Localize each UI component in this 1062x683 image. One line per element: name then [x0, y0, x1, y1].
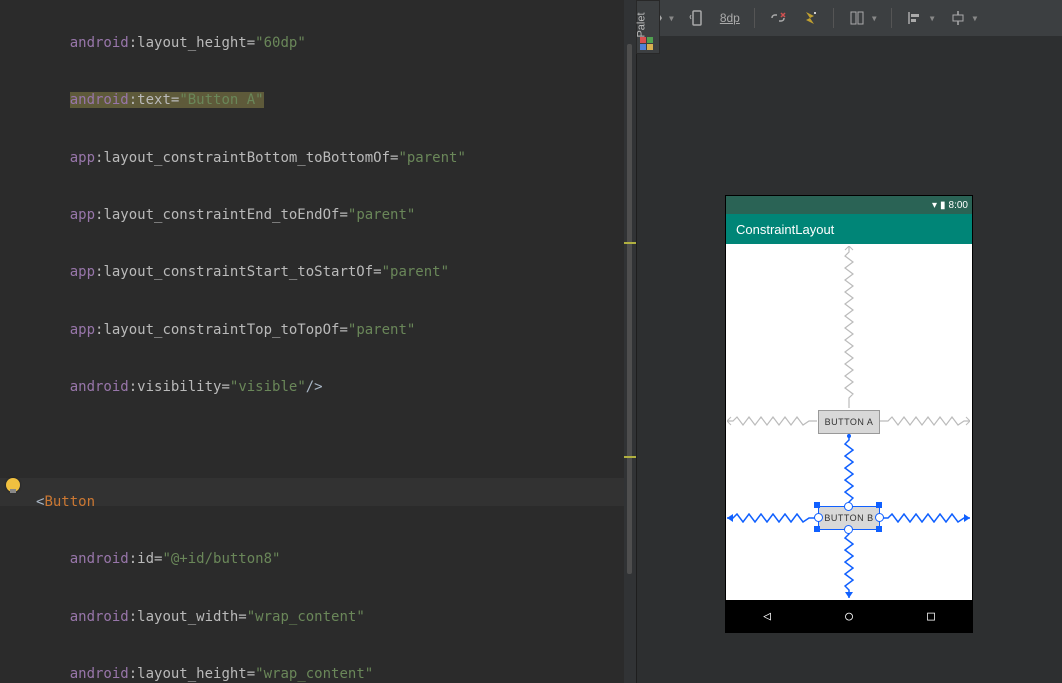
selection-handle[interactable] [814, 513, 823, 522]
device-frame: ▾ ▮ 8:00 ConstraintLayout BUTTON A BUTTO… [726, 196, 972, 632]
widget-button-a[interactable]: BUTTON A [818, 410, 880, 434]
status-time: 8:00 [949, 200, 968, 211]
selection-handle[interactable] [875, 513, 884, 522]
layout-surface[interactable]: BUTTON A BUTTON B [726, 244, 972, 600]
align-icon[interactable] [906, 9, 924, 27]
palette-tab[interactable]: Palet [636, 0, 660, 54]
code-editor[interactable]: android:layout_height="60dp" android:tex… [0, 0, 636, 683]
battery-icon: ▮ [940, 200, 946, 211]
constraint-spring-icon [727, 513, 817, 523]
nav-home-icon: ○ [845, 609, 853, 624]
selection-handle[interactable] [844, 502, 853, 511]
device-statusbar: ▾ ▮ 8:00 [726, 196, 972, 214]
clear-constraints-icon[interactable] [769, 9, 787, 27]
selection-corner[interactable] [876, 526, 882, 532]
design-pane: ▼ 8dp ▼ ▼ ▼ ▾ ▮ 8:00 ConstraintLayout BU… [636, 0, 1062, 683]
orientation-icon[interactable] [688, 9, 706, 27]
design-toolbar: ▼ 8dp ▼ ▼ ▼ [637, 0, 1062, 37]
constraint-spring-icon [880, 416, 970, 426]
palette-label: Palet [636, 12, 648, 37]
selection-corner[interactable] [814, 502, 820, 508]
constraint-spring-icon [880, 513, 970, 523]
selection-corner[interactable] [814, 526, 820, 532]
dropdown-icon[interactable]: ▼ [872, 14, 877, 23]
nav-recent-icon: □ [927, 609, 935, 624]
infer-constraints-icon[interactable] [801, 9, 819, 27]
default-margin[interactable]: 8dp [720, 11, 740, 25]
selection-handle[interactable] [844, 525, 853, 534]
dropdown-icon[interactable]: ▼ [669, 14, 674, 23]
constraint-spring-icon [844, 246, 854, 408]
pack-icon[interactable] [949, 9, 967, 27]
nav-back-icon: ◁ [763, 609, 771, 624]
constraint-spring-icon [844, 434, 854, 504]
palette-icon [640, 37, 654, 49]
device-navbar: ◁ ○ □ [726, 600, 972, 632]
constraint-spring-icon [727, 416, 817, 426]
dropdown-icon[interactable]: ▼ [973, 14, 978, 23]
device-appbar: ConstraintLayout [726, 214, 972, 244]
app-title: ConstraintLayout [736, 222, 834, 237]
dropdown-icon[interactable]: ▼ [930, 14, 935, 23]
constraint-spring-icon [844, 530, 854, 598]
design-canvas[interactable]: ▾ ▮ 8:00 ConstraintLayout BUTTON A BUTTO… [637, 36, 1062, 683]
intention-bulb-icon[interactable] [6, 478, 20, 492]
wifi-icon: ▾ [932, 200, 937, 211]
selection-corner[interactable] [876, 502, 882, 508]
guidelines-icon[interactable] [848, 9, 866, 27]
